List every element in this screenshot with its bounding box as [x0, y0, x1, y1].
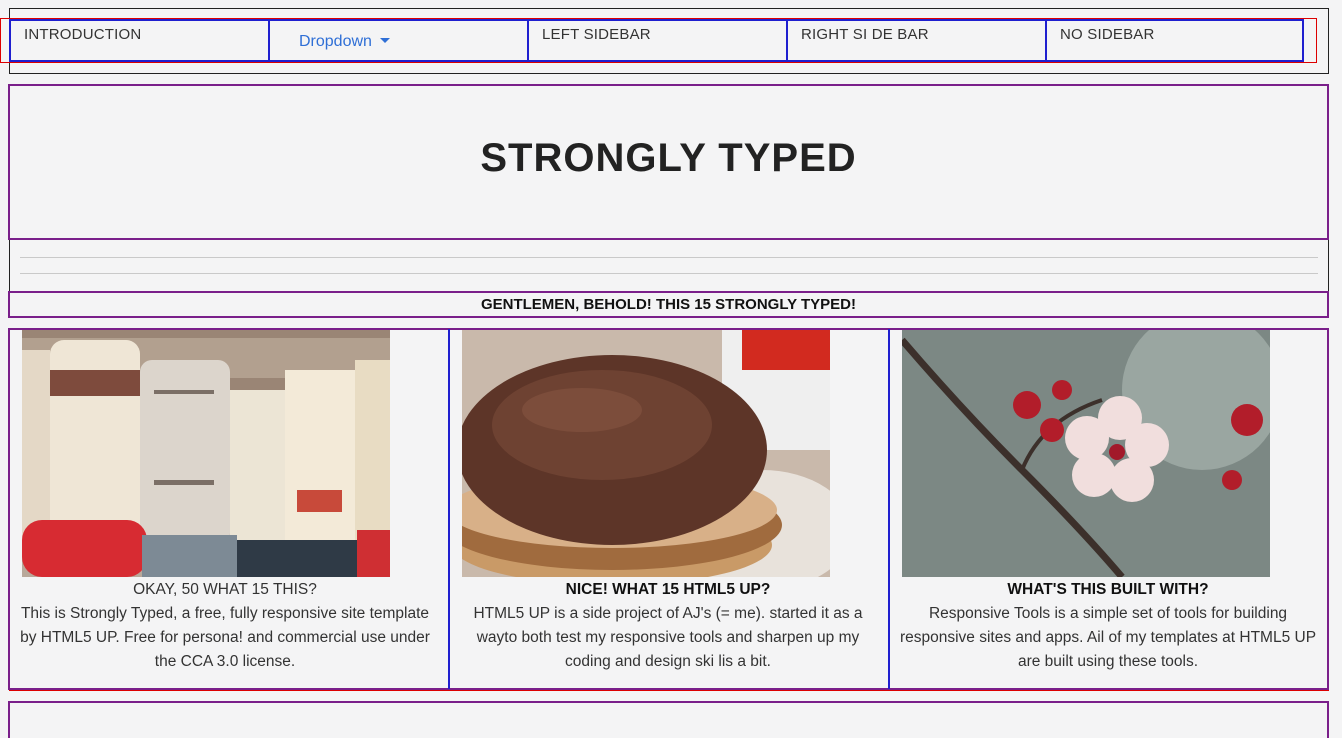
nav-item-label: LEFT SIDEBAR: [542, 26, 651, 43]
nav-item-label: NO SIDEBAR: [1060, 26, 1155, 43]
feature-body: HTML5 UP is a side project of AJ's (= me…: [473, 605, 863, 670]
caret-down-icon: [379, 38, 390, 43]
banner-text: GENTLEMEN, BEHOLD! THIS 15 STRONGLY TYPE…: [480, 296, 857, 313]
nav-dropdown[interactable]: Dropdown: [268, 19, 529, 62]
feature-title: WHAT'S THIS BUILT WITH?: [1007, 581, 1209, 598]
feature-1: OKAY, 50 WHAT 15 THIS? This is Strongly …: [15, 578, 435, 674]
nav-item-no-sidebar[interactable]: NO SIDEBAR: [1045, 19, 1304, 62]
nav-item-introduction[interactable]: INTRODUCTION: [9, 19, 270, 62]
divider-box: [9, 240, 1329, 292]
nav-item-left-sidebar[interactable]: LEFT SIDEBAR: [527, 19, 788, 62]
site-header: STRONGLY TYPED: [8, 84, 1329, 240]
chocolate-toast-image[interactable]: [462, 330, 830, 577]
feature-2: NICE! WHAT 15 HTML5 UP? HTML5 UP is a si…: [458, 578, 878, 674]
divider-line: [20, 273, 1318, 274]
banner: GENTLEMEN, BEHOLD! THIS 15 STRONGLY TYPE…: [8, 291, 1329, 318]
feature-body: Responsive Tools is a simple set of tool…: [899, 605, 1317, 670]
footer-section: [8, 701, 1329, 738]
divider-line: [20, 257, 1318, 258]
feature-3: WHAT'S THIS BUILT WITH? Responsive Tools…: [898, 578, 1318, 674]
feature-body: This is Strongly Typed, a free, fully re…: [20, 605, 430, 670]
nav-item-label: INTRODUCTION: [24, 26, 142, 43]
books-image[interactable]: [22, 330, 390, 577]
cherry-blossom-image[interactable]: [902, 330, 1270, 577]
column-divider: [448, 329, 450, 689]
nav-item-label: RIGHT SI DE BAR: [801, 26, 929, 43]
site-title[interactable]: STRONGLY TYPED: [480, 136, 856, 181]
nav-item-right-sidebar[interactable]: RIGHT SI DE BAR: [786, 19, 1047, 62]
section-outline: [9, 690, 1329, 691]
dropdown-label: Dropdown: [299, 33, 372, 50]
feature-title: NICE! WHAT 15 HTML5 UP?: [565, 581, 771, 598]
column-divider: [888, 329, 890, 689]
feature-title: OKAY, 50 WHAT 15 THIS?: [133, 581, 317, 598]
